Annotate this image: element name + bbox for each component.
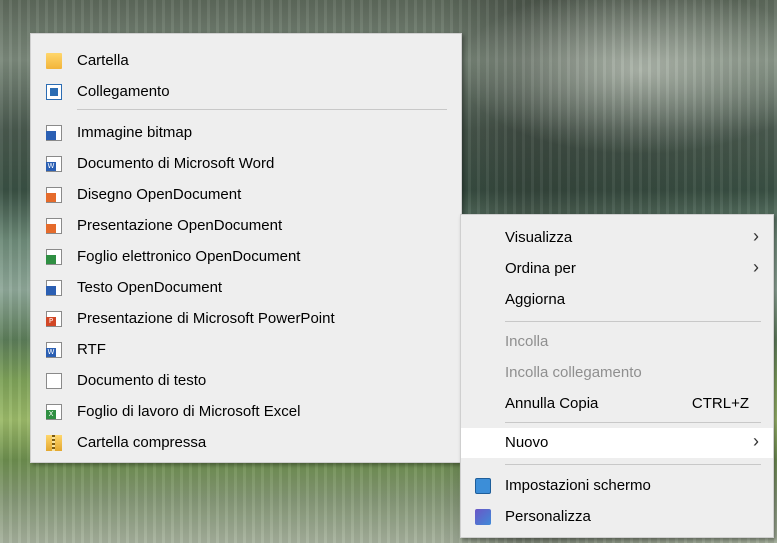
submenu-item-label: Testo OpenDocument: [77, 279, 223, 296]
submenu-item-disegno-opendocument[interactable]: Disegno OpenDocument: [31, 180, 461, 210]
separator: [505, 422, 761, 423]
zip-folder-icon: [46, 435, 62, 451]
submenu-item-collegamento[interactable]: Collegamento: [31, 77, 461, 107]
powerpoint-presentation-icon: P: [46, 311, 62, 327]
display-settings-icon: [475, 478, 491, 494]
submenu-item-label: Presentazione di Microsoft PowerPoint: [77, 310, 335, 327]
opendocument-spreadsheet-icon: [46, 249, 62, 265]
separator: [505, 464, 761, 465]
submenu-item-label: Cartella: [77, 52, 129, 69]
submenu-item-presentazione-powerpoint[interactable]: P Presentazione di Microsoft PowerPoint: [31, 304, 461, 334]
submenu-item-label: Documento di testo: [77, 372, 207, 389]
shortcut-label: CTRL+Z: [691, 395, 749, 412]
menu-item-label: Incolla collegamento: [505, 364, 642, 381]
submenu-item-foglio-elettronico-opendocument[interactable]: Foglio elettronico OpenDocument: [31, 242, 461, 272]
submenu-item-cartella[interactable]: Cartella: [31, 46, 461, 76]
menu-item-annulla-copia[interactable]: Annulla Copia CTRL+Z: [461, 389, 773, 419]
menu-item-label: Impostazioni schermo: [505, 477, 651, 494]
excel-worksheet-icon: X: [46, 404, 62, 420]
chevron-right-icon: ›: [753, 257, 759, 277]
menu-item-label: Ordina per: [505, 260, 576, 277]
opendocument-text-icon: [46, 280, 62, 296]
opendocument-presentation-icon: [46, 218, 62, 234]
menu-item-incolla-collegamento: Incolla collegamento: [461, 358, 773, 388]
rtf-document-icon: W: [46, 342, 62, 358]
separator: [77, 109, 447, 110]
submenu-item-label: Disegno OpenDocument: [77, 186, 242, 203]
submenu-item-label: Immagine bitmap: [77, 124, 193, 141]
menu-item-visualizza[interactable]: Visualizza ›: [461, 223, 773, 253]
submenu-item-immagine-bitmap[interactable]: Immagine bitmap: [31, 118, 461, 148]
menu-item-label: Visualizza: [505, 229, 573, 246]
menu-item-nuovo[interactable]: Nuovo ›: [461, 428, 773, 458]
submenu-item-label: Cartella compressa: [77, 434, 207, 451]
chevron-right-icon: ›: [753, 431, 759, 451]
submenu-item-label: RTF: [77, 341, 106, 358]
menu-item-ordina-per[interactable]: Ordina per ›: [461, 254, 773, 284]
submenu-item-foglio-excel[interactable]: X Foglio di lavoro di Microsoft Excel: [31, 397, 461, 427]
separator: [505, 321, 761, 322]
menu-item-aggiorna[interactable]: Aggiorna: [461, 285, 773, 315]
submenu-item-testo-opendocument[interactable]: Testo OpenDocument: [31, 273, 461, 303]
menu-item-incolla: Incolla: [461, 327, 773, 357]
bitmap-image-icon: [46, 125, 62, 141]
folder-icon: [46, 53, 62, 69]
menu-item-label: Nuovo: [505, 434, 549, 451]
submenu-item-cartella-compressa[interactable]: Cartella compressa: [31, 428, 461, 458]
submenu-item-presentazione-opendocument[interactable]: Presentazione OpenDocument: [31, 211, 461, 241]
new-submenu: Cartella Collegamento Immagine bitmap W …: [30, 33, 462, 463]
menu-item-label: Aggiorna: [505, 291, 566, 308]
submenu-item-rtf[interactable]: W RTF: [31, 335, 461, 365]
personalize-icon: [475, 509, 491, 525]
submenu-item-label: Foglio di lavoro di Microsoft Excel: [77, 403, 301, 420]
text-document-icon: [46, 373, 62, 389]
submenu-item-documento-testo[interactable]: Documento di testo: [31, 366, 461, 396]
word-document-icon: W: [46, 156, 62, 172]
submenu-item-label: Presentazione OpenDocument: [77, 217, 283, 234]
menu-item-label: Incolla: [505, 333, 549, 350]
submenu-item-label: Foglio elettronico OpenDocument: [77, 248, 301, 265]
menu-item-personalizza[interactable]: Personalizza: [461, 502, 773, 532]
submenu-item-label: Collegamento: [77, 83, 170, 100]
submenu-item-documento-word[interactable]: W Documento di Microsoft Word: [31, 149, 461, 179]
shortcut-icon: [46, 84, 62, 100]
opendocument-drawing-icon: [46, 187, 62, 203]
menu-item-impostazioni-schermo[interactable]: Impostazioni schermo: [461, 471, 773, 501]
chevron-right-icon: ›: [753, 226, 759, 246]
desktop-context-menu: Visualizza › Ordina per › Aggiorna Incol…: [460, 214, 774, 538]
menu-item-label: Annulla Copia: [505, 395, 599, 412]
menu-item-label: Personalizza: [505, 508, 591, 525]
submenu-item-label: Documento di Microsoft Word: [77, 155, 275, 172]
